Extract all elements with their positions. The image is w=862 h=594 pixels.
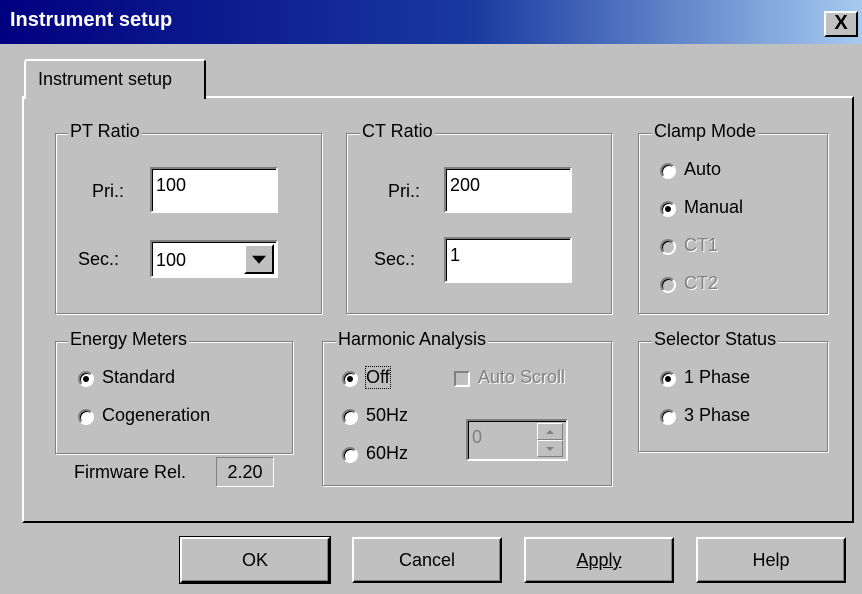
harmonic-50hz-label: 50Hz <box>366 405 409 425</box>
pt-ratio-title: PT Ratio <box>68 121 142 142</box>
chevron-down-icon <box>252 255 266 264</box>
harmonic-analysis-title: Harmonic Analysis <box>336 329 489 350</box>
auto-scroll-label: Auto Scroll <box>478 367 566 387</box>
cancel-button[interactable]: Cancel <box>352 537 502 583</box>
tab-label: Instrument setup <box>38 69 173 89</box>
close-icon: X <box>834 12 848 34</box>
window-title: Instrument setup <box>10 9 173 31</box>
spin-up-button[interactable] <box>537 423 563 440</box>
pt-pri-input[interactable]: 100 <box>150 167 278 213</box>
radio-energy-standard[interactable] <box>78 371 94 387</box>
radio-energy-cogeneration[interactable] <box>78 409 94 425</box>
auto-scroll-checkbox[interactable] <box>454 371 470 387</box>
radio-harmonic-60hz[interactable] <box>342 447 358 463</box>
ct-ratio-title: CT Ratio <box>360 121 435 142</box>
spin-down-button[interactable] <box>537 440 563 457</box>
ct-sec-input[interactable]: 1 <box>444 237 572 283</box>
clamp-manual-label: Manual <box>684 197 744 217</box>
pt-ratio-group <box>55 133 322 314</box>
ok-button[interactable]: OK <box>179 536 331 584</box>
tab-instrument-setup[interactable]: Instrument setup <box>24 59 206 99</box>
firmware-label: Firmware Rel. <box>74 462 187 482</box>
selector-3-phase-label: 3 Phase <box>684 405 751 425</box>
clamp-auto-label: Auto <box>684 159 722 179</box>
radio-selected-dot <box>665 376 671 382</box>
radio-selected-dot <box>347 376 353 382</box>
radio-clamp-manual[interactable] <box>660 201 676 217</box>
ct-sec-label: Sec.: <box>374 249 416 269</box>
ct-pri-input[interactable]: 200 <box>444 167 572 213</box>
title-bar: Instrument setup X <box>0 0 862 44</box>
selector-1-phase-label: 1 Phase <box>684 367 751 387</box>
energy-meters-group <box>55 341 293 454</box>
radio-harmonic-off[interactable] <box>342 371 358 387</box>
selector-status-title: Selector Status <box>652 329 779 350</box>
arrow-up-icon <box>546 429 554 434</box>
ct-ratio-group <box>346 133 612 314</box>
clamp-mode-title: Clamp Mode <box>652 121 759 142</box>
pt-sec-value: 100 <box>156 250 187 270</box>
energy-meters-title: Energy Meters <box>68 329 190 350</box>
pt-sec-label: Sec.: <box>78 249 120 269</box>
ct-pri-label: Pri.: <box>388 181 421 201</box>
radio-selector-1-phase[interactable] <box>660 371 676 387</box>
radio-clamp-ct1[interactable] <box>660 239 676 255</box>
clamp-ct1-label: CT1 <box>684 235 719 255</box>
pt-pri-label: Pri.: <box>92 181 125 201</box>
harmonic-60hz-label: 60Hz <box>366 443 409 463</box>
clamp-ct2-label: CT2 <box>684 273 719 293</box>
selector-status-group <box>638 341 828 452</box>
harmonic-off-label: Off <box>365 366 391 389</box>
close-button[interactable]: X <box>824 11 858 37</box>
radio-selected-dot <box>83 376 89 382</box>
firmware-value: 2.20 <box>216 457 274 487</box>
energy-cogeneration-label: Cogeneration <box>102 405 211 425</box>
radio-selector-3-phase[interactable] <box>660 409 676 425</box>
radio-clamp-ct2[interactable] <box>660 277 676 293</box>
apply-button[interactable]: Apply <box>524 537 674 583</box>
apply-label: Apply <box>576 550 622 570</box>
radio-harmonic-50hz[interactable] <box>342 409 358 425</box>
pt-sec-dropdown-button[interactable] <box>244 244 274 274</box>
arrow-down-icon <box>546 446 554 451</box>
radio-clamp-auto[interactable] <box>660 163 676 179</box>
energy-standard-label: Standard <box>102 367 176 387</box>
help-button[interactable]: Help <box>696 537 846 583</box>
radio-selected-dot <box>665 206 671 212</box>
